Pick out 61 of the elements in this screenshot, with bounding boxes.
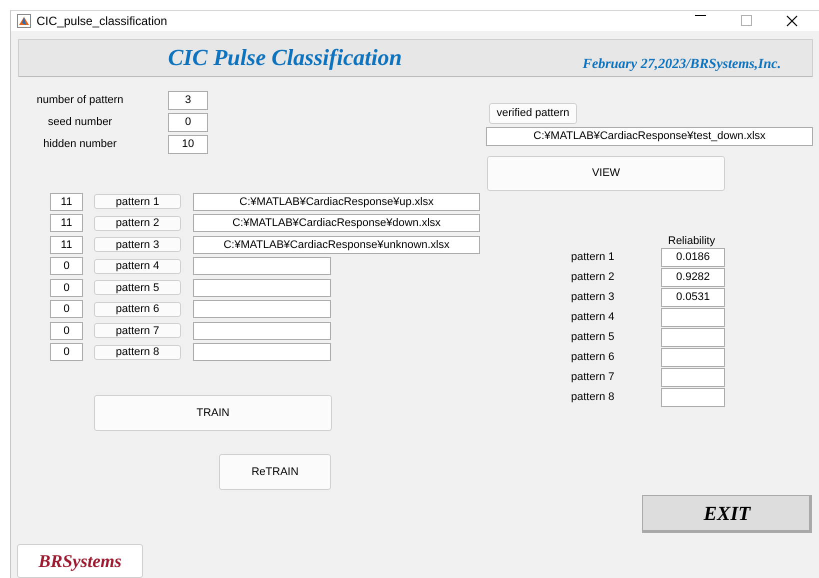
window-title: CIC_pulse_classification bbox=[36, 12, 168, 30]
maximize-icon[interactable] bbox=[740, 14, 752, 26]
verified-pattern-button[interactable]: verified pattern bbox=[489, 103, 577, 124]
pattern-button[interactable]: pattern 7 bbox=[94, 323, 181, 338]
close-icon[interactable] bbox=[786, 14, 798, 27]
verified-path-field[interactable]: C:¥MATLAB¥CardiacResponse¥test_down.xlsx bbox=[486, 127, 813, 146]
pattern-label: pattern 6 bbox=[571, 350, 616, 365]
reliability-field: 0.9282 bbox=[661, 268, 725, 286]
view-button[interactable]: VIEW bbox=[487, 156, 725, 191]
setting-field[interactable]: 3 bbox=[168, 90, 208, 110]
pattern-label: pattern 3 bbox=[571, 290, 616, 305]
count-field[interactable]: 11 bbox=[50, 214, 83, 232]
setting-field[interactable]: 0 bbox=[168, 112, 208, 132]
file-path-field[interactable] bbox=[193, 278, 331, 297]
file-path-field[interactable]: C:¥MATLAB¥CardiacResponse¥up.xlsx bbox=[193, 192, 480, 211]
pattern-label: pattern 2 bbox=[571, 270, 616, 285]
train-button[interactable]: TRAIN bbox=[94, 395, 332, 431]
pattern-button[interactable]: pattern 8 bbox=[94, 344, 181, 360]
count-field[interactable]: 0 bbox=[50, 257, 83, 276]
pattern-button[interactable]: pattern 4 bbox=[94, 258, 181, 274]
file-path-field[interactable] bbox=[193, 300, 331, 318]
reliability-field bbox=[661, 388, 725, 406]
setting-field[interactable]: 10 bbox=[168, 134, 208, 154]
column-heading: Reliability bbox=[668, 234, 716, 247]
file-path-field[interactable]: C:¥MATLAB¥CardiacResponse¥unknown.xlsx bbox=[193, 236, 480, 254]
reliability-field bbox=[661, 348, 725, 366]
exit-button[interactable]: EXIT bbox=[642, 495, 812, 533]
count-field[interactable]: 11 bbox=[50, 192, 83, 211]
count-field[interactable]: 0 bbox=[50, 278, 83, 297]
pattern-label: pattern 8 bbox=[571, 390, 616, 405]
retrain-button[interactable]: ReTRAIN bbox=[219, 454, 331, 490]
count-field[interactable]: 0 bbox=[50, 300, 83, 318]
pattern-label: pattern 7 bbox=[571, 370, 616, 385]
app-title: CIC Pulse Classification bbox=[168, 44, 402, 72]
pattern-label: pattern 5 bbox=[571, 330, 616, 345]
field-label: number of pattern bbox=[36, 92, 124, 108]
pattern-button[interactable]: pattern 1 bbox=[94, 194, 181, 210]
minimize-icon[interactable] bbox=[694, 14, 706, 17]
reliability-field: 0.0186 bbox=[661, 248, 725, 266]
date-text: February 27,2023/BRSystems,Inc. bbox=[582, 56, 781, 74]
field-label: seed number bbox=[46, 114, 114, 130]
count-field[interactable]: 11 bbox=[50, 236, 83, 254]
pattern-label: pattern 4 bbox=[571, 310, 616, 325]
pattern-button[interactable]: pattern 2 bbox=[94, 216, 181, 231]
field-label: hidden number bbox=[42, 136, 118, 152]
reliability-field bbox=[661, 368, 725, 386]
reliability-field: 0.0531 bbox=[661, 288, 725, 306]
pattern-label: pattern 1 bbox=[571, 250, 616, 265]
reliability-field bbox=[661, 308, 725, 326]
count-field[interactable]: 0 bbox=[50, 343, 83, 362]
logo-button[interactable]: BRSystems bbox=[17, 544, 143, 578]
count-field[interactable]: 0 bbox=[50, 322, 83, 340]
pattern-button[interactable]: pattern 3 bbox=[94, 237, 181, 252]
file-path-field[interactable] bbox=[193, 343, 331, 362]
file-path-field[interactable] bbox=[193, 322, 331, 340]
file-path-field[interactable]: C:¥MATLAB¥CardiacResponse¥down.xlsx bbox=[193, 214, 480, 232]
app-icon bbox=[17, 14, 31, 28]
reliability-field bbox=[661, 328, 725, 346]
file-path-field[interactable] bbox=[193, 257, 331, 276]
pattern-button[interactable]: pattern 5 bbox=[94, 280, 181, 296]
pattern-button[interactable]: pattern 6 bbox=[94, 302, 181, 317]
